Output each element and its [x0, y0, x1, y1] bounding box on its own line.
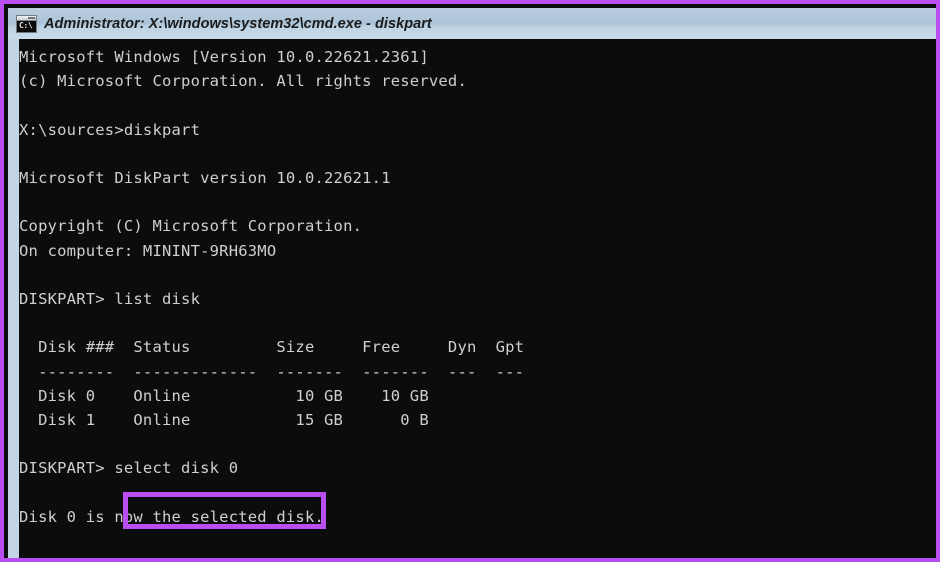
cmd-icon-prompt-glyph: C:\: [19, 20, 33, 30]
window-title: Administrator: X:\windows\system32\cmd.e…: [44, 15, 432, 32]
console-scrollbar[interactable]: [8, 39, 19, 558]
console-text: Microsoft Windows [Version 10.0.22621.23…: [19, 48, 525, 558]
window-title-bar[interactable]: C:\ Administrator: X:\windows\system32\c…: [8, 8, 936, 39]
console-scrollbar-thumb[interactable]: [8, 39, 19, 558]
console-output-area[interactable]: Microsoft Windows [Version 10.0.22621.23…: [8, 39, 936, 558]
cmd-window: C:\ Administrator: X:\windows\system32\c…: [0, 0, 940, 562]
cmd-icon: C:\: [16, 14, 37, 33]
